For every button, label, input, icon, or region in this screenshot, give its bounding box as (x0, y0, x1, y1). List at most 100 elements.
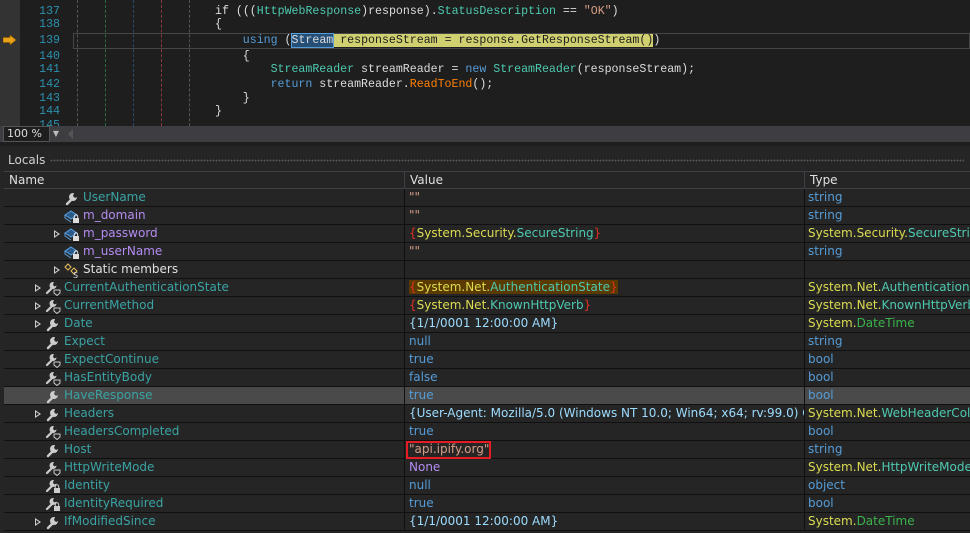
variable-value: "" (409, 244, 420, 258)
locals-row[interactable]: Expect null string (4, 333, 970, 351)
type-token: DateTime (856, 514, 915, 528)
value-cell[interactable]: None (405, 459, 805, 477)
code-text[interactable]: { (215, 17, 222, 32)
locals-row[interactable]: CurrentAuthenticationState {System.Net.Au… (4, 279, 970, 297)
value-token: } (593, 226, 602, 240)
value-cell[interactable]: false (405, 369, 805, 387)
name-cell[interactable]: UserName (4, 189, 405, 207)
name-cell[interactable]: S Static members (4, 261, 405, 279)
name-cell[interactable]: Host (4, 441, 405, 459)
type-cell: System.Security.SecureString (805, 225, 970, 243)
code-text[interactable]: } (215, 104, 222, 119)
name-cell[interactable]: ExpectContinue (4, 351, 405, 369)
value-cell[interactable]: "" (405, 189, 805, 207)
code-line[interactable]: 141 StreamReader streamReader = new Strea… (0, 62, 970, 77)
value-cell[interactable]: true (405, 423, 805, 441)
name-cell[interactable]: IdentityRequired (4, 495, 405, 513)
locals-header-row: Name Value Type (4, 171, 970, 189)
code-line[interactable]: 144} (0, 104, 970, 119)
field-lock-icon (64, 228, 79, 241)
code-text[interactable]: using (Stream responseStream = response.… (243, 33, 660, 48)
variable-value: {1/1/0001 12:00:00 AM} (409, 514, 558, 528)
code-text[interactable]: StreamReader streamReader = new StreamRe… (271, 62, 695, 77)
value-token: false (409, 370, 438, 384)
expand-chevron-icon[interactable] (35, 518, 41, 526)
value-cell[interactable]: true (405, 495, 805, 513)
value-cell[interactable] (405, 261, 805, 279)
type-token: System.Net. (808, 406, 882, 420)
code-line[interactable]: 142 return streamReader.ReadToEnd(); (0, 77, 970, 92)
variable-name: HasEntityBody (64, 370, 152, 384)
editor-status-bar: 100 % ▼ (0, 126, 970, 142)
name-cell[interactable]: Date (4, 315, 405, 333)
name-cell[interactable]: CurrentMethod (4, 297, 405, 315)
name-cell[interactable]: HasEntityBody (4, 369, 405, 387)
locals-row[interactable]: HasEntityBody false bool (4, 369, 970, 387)
name-cell[interactable]: m_domain (4, 207, 405, 225)
value-cell[interactable]: "" (405, 207, 805, 225)
locals-row[interactable]: HeadersCompleted true bool (4, 423, 970, 441)
name-cell[interactable]: HeadersCompleted (4, 423, 405, 441)
scroll-left-icon[interactable] (68, 129, 73, 139)
expand-chevron-icon[interactable] (35, 410, 41, 418)
value-cell[interactable]: null (405, 333, 805, 351)
locals-row[interactable]: m_userName "" string (4, 243, 970, 261)
locals-row[interactable]: CurrentMethod {System.Net.KnownHttpVerb} S… (4, 297, 970, 315)
locals-row[interactable]: HttpWriteMode None System.Net.HttpWriteMod… (4, 459, 970, 477)
expand-chevron-icon[interactable] (54, 266, 60, 274)
locals-row[interactable]: m_domain "" string (4, 207, 970, 225)
expand-chevron-icon[interactable] (35, 284, 41, 292)
locals-row[interactable]: HaveResponse true bool (4, 387, 970, 405)
value-token: true (409, 352, 434, 366)
value-cell[interactable]: {System.Security.SecureString} (405, 225, 805, 243)
value-cell[interactable]: {System.Net.KnownHttpVerb} (405, 297, 805, 315)
field-lock-icon (64, 246, 79, 259)
name-cell[interactable]: Identity (4, 477, 405, 495)
value-cell[interactable]: {1/1/0001 12:00:00 AM} (405, 513, 805, 531)
name-cell[interactable]: HttpWriteMode (4, 459, 405, 477)
wrench-shield-icon (45, 426, 61, 440)
locals-title-bar[interactable]: Locals (0, 150, 970, 170)
locals-row[interactable]: Identity null object (4, 477, 970, 495)
variable-name: UserName (83, 190, 146, 204)
variable-name: CurrentAuthenticationState (64, 280, 229, 294)
value-token: { (409, 280, 417, 294)
wrench-lock-icon (45, 480, 60, 493)
column-header-value[interactable]: Value (405, 172, 805, 189)
name-cell[interactable]: Expect (4, 333, 405, 351)
name-cell[interactable]: CurrentAuthenticationState (4, 279, 405, 297)
column-header-name[interactable]: Name (4, 172, 405, 189)
expand-chevron-icon[interactable] (54, 230, 60, 238)
name-cell[interactable]: IfModifiedSince (4, 513, 405, 531)
expand-chevron-icon[interactable] (35, 320, 41, 328)
value-cell[interactable]: true (405, 351, 805, 369)
code-line[interactable]: 138 { (0, 17, 970, 32)
name-cell[interactable]: HaveResponse (4, 387, 405, 405)
zoom-dropdown-chevron-icon[interactable]: ▼ (50, 126, 62, 142)
value-cell[interactable]: true (405, 387, 805, 405)
name-cell[interactable]: m_password (4, 225, 405, 243)
zoom-level-input[interactable]: 100 % (3, 126, 50, 142)
value-cell[interactable]: "" (405, 243, 805, 261)
name-cell[interactable]: Headers (4, 405, 405, 423)
locals-row[interactable]: IfModifiedSince {1/1/0001 12:00:00 AM} Sys… (4, 513, 970, 531)
code-editor[interactable]: 137 if (((HttpWebResponse)response).Statu… (0, 0, 970, 126)
value-cell[interactable]: {System.Net.AuthenticationState} (405, 279, 805, 297)
locals-row[interactable]: Date {1/1/0001 12:00:00 AM} System.DateTim… (4, 315, 970, 333)
expand-chevron-icon[interactable] (35, 302, 41, 310)
name-cell[interactable]: m_userName (4, 243, 405, 261)
code-line[interactable]: 139 using (Stream responseStream = respon… (0, 33, 970, 48)
locals-row[interactable]: S Static members (4, 261, 970, 279)
code-line[interactable]: 145 (0, 118, 970, 126)
value-cell[interactable]: {User-Agent: Mozilla/5.0 (Windows NT 10.… (405, 405, 805, 423)
value-cell[interactable]: {1/1/0001 12:00:00 AM} (405, 315, 805, 333)
locals-row[interactable]: m_password {System.Security.SecureString}… (4, 225, 970, 243)
locals-row[interactable]: Host "api.ipify.org" string (4, 441, 970, 459)
column-header-type[interactable]: Type (805, 172, 970, 189)
locals-row[interactable]: UserName "" string (4, 189, 970, 207)
locals-row[interactable]: Headers {User-Agent: Mozilla/5.0 (Windows… (4, 405, 970, 423)
locals-row[interactable]: IdentityRequired true bool (4, 495, 970, 513)
code-text[interactable]: return streamReader.ReadToEnd(); (271, 77, 494, 92)
locals-row[interactable]: ExpectContinue true bool (4, 351, 970, 369)
value-cell[interactable]: null (405, 477, 805, 495)
